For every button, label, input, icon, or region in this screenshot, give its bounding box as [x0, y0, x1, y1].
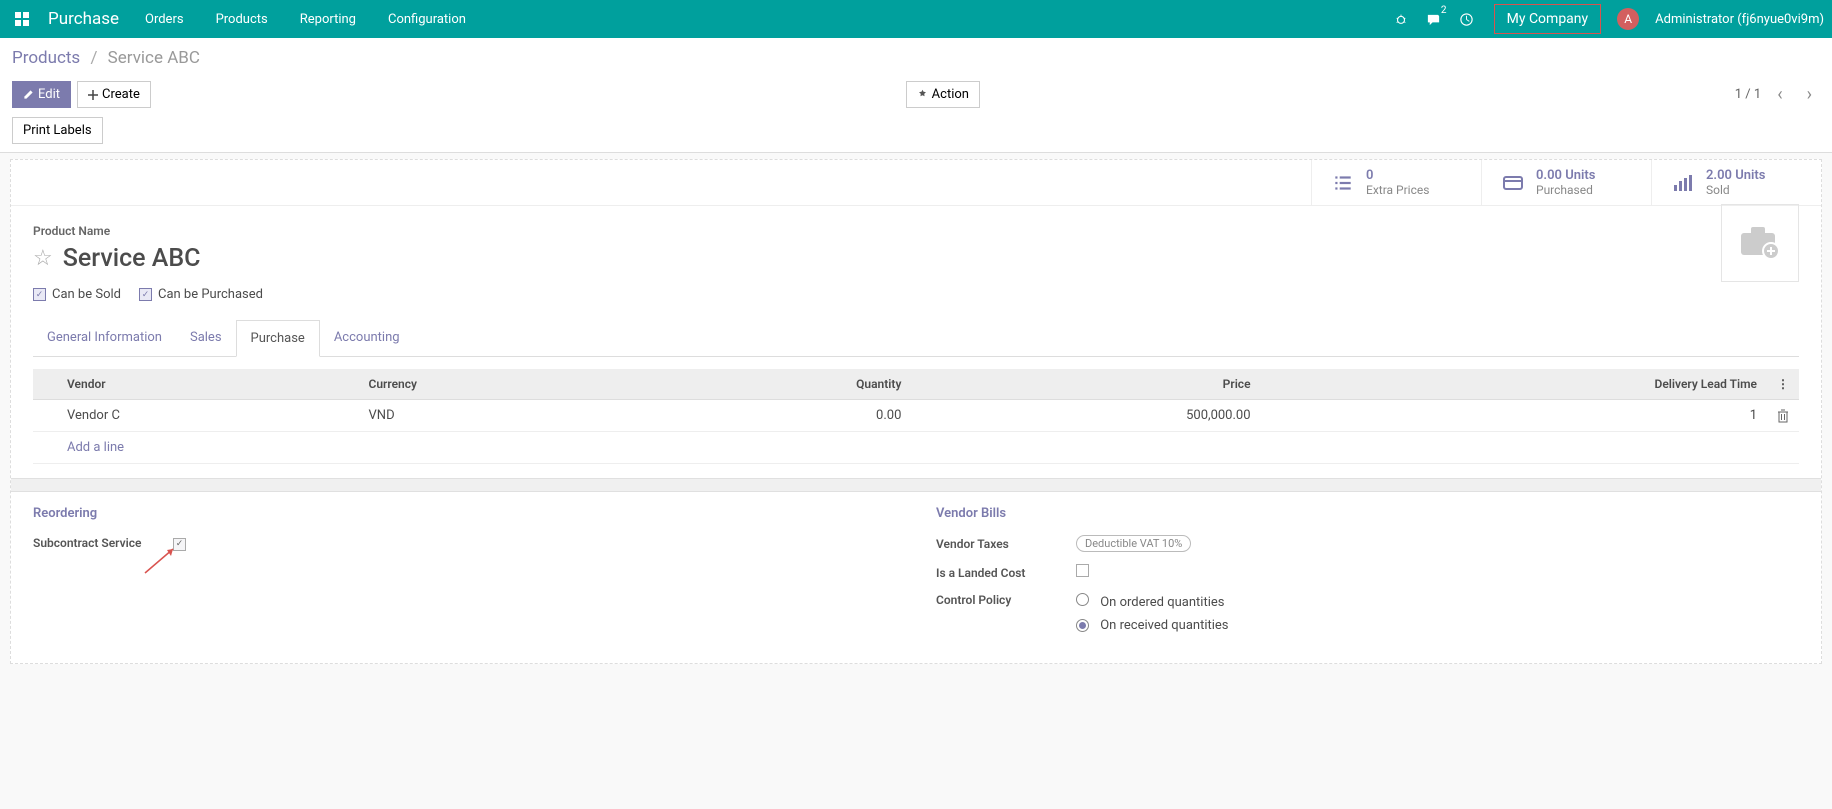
- stat-label: Extra Prices: [1366, 183, 1429, 197]
- vendor-taxes-label: Vendor Taxes: [936, 537, 1076, 551]
- vendor-table: Vendor Currency Quantity Price Delivery …: [33, 369, 1799, 464]
- nav-links: Orders Products Reporting Configuration: [131, 2, 480, 37]
- bars-icon: [1672, 173, 1694, 193]
- landed-cost-label: Is a Landed Cost: [936, 566, 1076, 580]
- product-name: Service ABC: [63, 244, 201, 273]
- app-brand[interactable]: Purchase: [36, 9, 131, 29]
- company-selector[interactable]: My Company: [1494, 4, 1602, 34]
- col-currency[interactable]: Currency: [359, 369, 642, 400]
- company-name: My Company: [1507, 11, 1589, 27]
- landed-cost-checkbox[interactable]: [1076, 564, 1089, 577]
- stat-purchased[interactable]: 0.00 UnitsPurchased: [1481, 160, 1651, 205]
- form-sheet: 0Extra Prices 0.00 UnitsPurchased 2.00 U…: [10, 159, 1822, 664]
- tab-general-information[interactable]: General Information: [33, 320, 176, 356]
- stat-value: 2.00 Units: [1706, 168, 1765, 183]
- table-row[interactable]: Vendor C VND 0.00 500,000.00 1: [33, 400, 1799, 432]
- pager-text: 1 / 1: [1735, 87, 1761, 102]
- pager-prev[interactable]: ‹: [1769, 80, 1790, 109]
- edit-label: Edit: [38, 87, 60, 102]
- breadcrumb-parent[interactable]: Products: [12, 48, 80, 68]
- nav-configuration[interactable]: Configuration: [374, 2, 480, 37]
- card-icon: [1502, 174, 1524, 192]
- vendor-taxes-tag[interactable]: Deductible VAT 10%: [1076, 535, 1191, 552]
- col-vendor[interactable]: Vendor: [57, 369, 359, 400]
- product-image[interactable]: [1721, 204, 1799, 282]
- col-price[interactable]: Price: [911, 369, 1260, 400]
- user-name[interactable]: Administrator (fj6nyue0vi9m): [1655, 12, 1824, 27]
- control-panel: Products / Service ABC Edit Create Actio…: [0, 38, 1832, 153]
- control-received-label: On received quantities: [1100, 618, 1228, 633]
- nav-products[interactable]: Products: [202, 2, 282, 37]
- subcontract-label: Subcontract Service: [33, 536, 173, 550]
- cell-currency: VND: [359, 400, 642, 432]
- breadcrumb: Products / Service ABC: [12, 48, 1820, 68]
- add-line-link[interactable]: Add a line: [67, 440, 124, 455]
- clock-icon[interactable]: [1455, 8, 1478, 31]
- chat-icon[interactable]: 2: [1422, 8, 1445, 31]
- action-button[interactable]: Action: [906, 81, 980, 108]
- print-labels-button[interactable]: Print Labels: [12, 117, 103, 144]
- control-ordered-radio[interactable]: [1076, 593, 1089, 606]
- stat-sold[interactable]: 2.00 UnitsSold: [1651, 160, 1821, 205]
- can-be-purchased-label: Can be Purchased: [158, 287, 263, 302]
- delete-row-icon[interactable]: [1767, 400, 1799, 432]
- control-received-radio[interactable]: [1076, 619, 1089, 632]
- action-label: Action: [932, 87, 969, 102]
- create-label: Create: [102, 87, 140, 102]
- favorite-star-icon[interactable]: ☆: [33, 246, 53, 271]
- tab-sales[interactable]: Sales: [176, 320, 236, 356]
- create-button[interactable]: Create: [77, 81, 151, 108]
- edit-button[interactable]: Edit: [12, 81, 71, 108]
- stat-value: 0: [1366, 168, 1429, 183]
- stat-bar: 0Extra Prices 0.00 UnitsPurchased 2.00 U…: [11, 160, 1821, 206]
- can-be-sold-checkbox[interactable]: ✓: [33, 288, 46, 301]
- can-be-sold-label: Can be Sold: [52, 287, 121, 302]
- cell-lead: 1: [1261, 400, 1767, 432]
- cell-quantity: 0.00: [642, 400, 912, 432]
- chat-badge: 2: [1437, 4, 1451, 18]
- cell-price: 500,000.00: [911, 400, 1260, 432]
- pager-next[interactable]: ›: [1799, 80, 1820, 109]
- stat-label: Purchased: [1536, 183, 1595, 197]
- bug-icon[interactable]: [1390, 8, 1412, 30]
- tab-accounting[interactable]: Accounting: [320, 320, 414, 356]
- breadcrumb-current: Service ABC: [108, 48, 200, 68]
- stat-value: 0.00 Units: [1536, 168, 1595, 183]
- col-quantity[interactable]: Quantity: [642, 369, 912, 400]
- tab-purchase[interactable]: Purchase: [236, 320, 320, 357]
- control-policy-label: Control Policy: [936, 593, 1076, 607]
- vendor-bills-title: Vendor Bills: [936, 506, 1799, 521]
- nav-reporting[interactable]: Reporting: [286, 2, 370, 37]
- user-avatar[interactable]: A: [1617, 8, 1639, 30]
- can-be-purchased-checkbox[interactable]: ✓: [139, 288, 152, 301]
- nav-orders[interactable]: Orders: [131, 2, 198, 37]
- stat-label: Sold: [1706, 183, 1765, 197]
- cell-vendor: Vendor C: [57, 400, 359, 432]
- product-name-label: Product Name: [33, 224, 1799, 238]
- top-nav: Purchase Orders Products Reporting Confi…: [0, 0, 1832, 38]
- stat-extra-prices[interactable]: 0Extra Prices: [1311, 160, 1481, 205]
- subcontract-checkbox[interactable]: ✓: [173, 538, 186, 551]
- col-more-icon[interactable]: ⋮: [1767, 369, 1799, 400]
- product-tabs: General Information Sales Purchase Accou…: [33, 320, 1799, 357]
- reordering-title: Reordering: [33, 506, 896, 521]
- control-ordered-label: On ordered quantities: [1100, 595, 1224, 610]
- apps-icon[interactable]: [8, 5, 36, 33]
- col-lead[interactable]: Delivery Lead Time: [1261, 369, 1767, 400]
- list-icon: [1332, 172, 1354, 194]
